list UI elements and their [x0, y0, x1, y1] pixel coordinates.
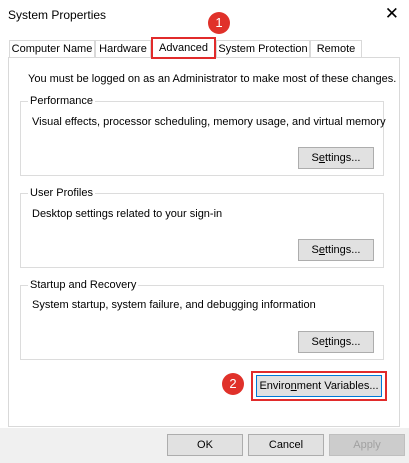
- title-bar: System Properties ✕: [0, 0, 409, 32]
- startup-recovery-desc: System startup, system failure, and debu…: [32, 299, 316, 311]
- annotation-badge-1: 1: [208, 12, 230, 34]
- user-profiles-desc: Desktop settings related to your sign-in: [32, 208, 223, 220]
- ok-button[interactable]: OK: [167, 434, 243, 456]
- tab-system-protection[interactable]: System Protection: [216, 40, 310, 57]
- environment-variables-button[interactable]: Environment Variables...: [256, 375, 382, 397]
- close-icon[interactable]: ✕: [385, 4, 399, 24]
- tab-computer-name[interactable]: Computer Name: [9, 40, 95, 57]
- admin-notice: You must be logged on as an Administrato…: [28, 73, 397, 85]
- tab-hardware[interactable]: Hardware: [95, 40, 151, 57]
- tab-remote[interactable]: Remote: [310, 40, 362, 57]
- performance-settings-button[interactable]: Settings...: [298, 147, 374, 169]
- startup-recovery-title: Startup and Recovery: [28, 279, 139, 291]
- apply-button[interactable]: Apply: [329, 434, 405, 456]
- annotation-badge-2: 2: [222, 373, 244, 395]
- window-title: System Properties: [8, 8, 107, 22]
- performance-title: Performance: [28, 95, 95, 107]
- startup-recovery-settings-button[interactable]: Settings...: [298, 331, 374, 353]
- performance-desc: Visual effects, processor scheduling, me…: [32, 116, 386, 128]
- annotation-highlight-tab: [151, 37, 216, 59]
- user-profiles-title: User Profiles: [28, 187, 95, 199]
- user-profiles-settings-button[interactable]: Settings...: [298, 239, 374, 261]
- cancel-button[interactable]: Cancel: [248, 434, 324, 456]
